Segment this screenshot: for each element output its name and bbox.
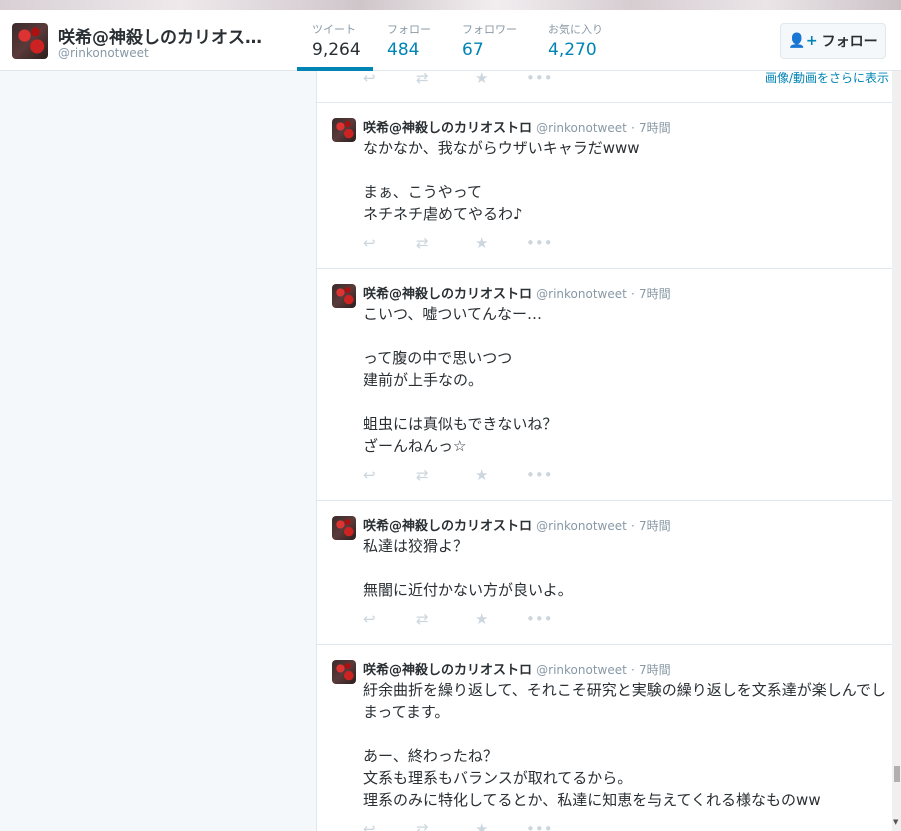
add-user-icon: 👤+ bbox=[788, 33, 818, 49]
tweet-author-name[interactable]: 咲希@神殺しのカリオストロ bbox=[363, 663, 532, 678]
tweet-avatar[interactable] bbox=[332, 118, 356, 142]
favorite-icon[interactable]: ★ bbox=[475, 233, 488, 253]
tweet-timestamp[interactable]: 7時間 bbox=[639, 121, 671, 135]
tweet-actions: ↩ ⇄ ★ ••• bbox=[363, 609, 583, 629]
tweet-timestamp[interactable]: 7時間 bbox=[639, 519, 671, 533]
tweet-timestamp[interactable]: 7時間 bbox=[639, 663, 671, 677]
tweet-text: 紆余曲折を繰り返して、それこそ研究と実験の繰り返しを文系達が楽しんでしまってます… bbox=[363, 681, 887, 809]
profile-avatar[interactable] bbox=[12, 23, 48, 59]
stat-followers-value: 67 bbox=[462, 40, 484, 60]
tweet-author-handle[interactable]: @rinkonotweet bbox=[536, 519, 627, 533]
favorite-icon[interactable]: ★ bbox=[475, 819, 488, 831]
follow-button-label: フォロー bbox=[821, 34, 878, 50]
more-icon[interactable]: ••• bbox=[526, 465, 553, 485]
profile-handle[interactable]: @rinkonotweet bbox=[58, 46, 149, 60]
stat-favorites-value: 4,270 bbox=[548, 40, 597, 60]
tweet-header: 咲希@神殺しのカリオストロ @rinkonotweet · 7時間 bbox=[363, 117, 671, 136]
stat-tweets[interactable]: ツイート 9,264 bbox=[312, 23, 361, 61]
retweet-icon[interactable]: ⇄ bbox=[416, 465, 429, 485]
tweet-actions: ↩ ⇄ ★ ••• bbox=[363, 465, 583, 485]
retweet-icon[interactable]: ⇄ bbox=[416, 609, 429, 629]
separator-dot: · bbox=[630, 663, 635, 677]
tweet-author-handle[interactable]: @rinkonotweet bbox=[536, 663, 627, 677]
stat-following-label: フォロー bbox=[387, 23, 431, 36]
tweet-item bbox=[317, 71, 893, 103]
more-icon[interactable]: ••• bbox=[526, 609, 553, 629]
profile-name[interactable]: 咲希@神殺しのカリオス… bbox=[58, 23, 273, 48]
tweet-actions: ↩ ⇄ ★ ••• bbox=[363, 819, 583, 831]
separator-dot: · bbox=[630, 287, 635, 301]
tweet-avatar[interactable] bbox=[332, 516, 356, 540]
tweet-actions: ↩ ⇄ ★ ••• bbox=[363, 233, 583, 253]
scrollbar-thumb[interactable] bbox=[894, 766, 900, 782]
stat-followers[interactable]: フォロワー 67 bbox=[462, 23, 517, 61]
favorite-icon[interactable]: ★ bbox=[475, 465, 488, 485]
reply-icon[interactable]: ↩ bbox=[363, 465, 376, 485]
tweet-text: 私達は狡猾よ？ 無闇に近付かない方が良いよ。 bbox=[363, 537, 573, 599]
favorite-icon[interactable]: ★ bbox=[475, 609, 488, 629]
profile-nav-bar: 咲希@神殺しのカリオス… @rinkonotweet ツイート 9,264 フォ… bbox=[0, 10, 901, 71]
tweet-author-name[interactable]: 咲希@神殺しのカリオストロ bbox=[363, 121, 532, 136]
separator-dot: · bbox=[630, 121, 635, 135]
tweet-header: 咲希@神殺しのカリオストロ @rinkonotweet · 7時間 bbox=[363, 283, 671, 302]
reply-icon[interactable]: ↩ bbox=[363, 819, 376, 831]
tweet-author-handle[interactable]: @rinkonotweet bbox=[536, 287, 627, 301]
reply-icon[interactable]: ↩ bbox=[363, 233, 376, 253]
stat-following-value: 484 bbox=[387, 40, 420, 60]
tweet-timestamp[interactable]: 7時間 bbox=[639, 287, 671, 301]
tweet-header: 咲希@神殺しのカリオストロ @rinkonotweet · 7時間 bbox=[363, 659, 671, 678]
tweet-timeline: ↩ ⇄ ★ ••• 画像/動画をさらに表示 咲希@神殺しのカリオストロ @rin… bbox=[316, 71, 893, 831]
profile-banner bbox=[0, 0, 901, 10]
stat-tweets-value: 9,264 bbox=[312, 40, 361, 60]
more-icon[interactable]: ••• bbox=[526, 233, 553, 253]
scroll-down-arrow-icon[interactable]: ▼ bbox=[893, 818, 898, 826]
tweet-header: 咲希@神殺しのカリオストロ @rinkonotweet · 7時間 bbox=[363, 515, 671, 534]
stat-followers-label: フォロワー bbox=[462, 23, 517, 36]
tweet-author-handle[interactable]: @rinkonotweet bbox=[536, 121, 627, 135]
tweet-item[interactable]: 咲希@神殺しのカリオストロ @rinkonotweet · 7時間 私達は狡猾よ… bbox=[317, 501, 893, 645]
stat-tweets-label: ツイート bbox=[312, 23, 356, 36]
tweet-item[interactable]: 咲希@神殺しのカリオストロ @rinkonotweet · 7時間 紆余曲折を繰… bbox=[317, 645, 893, 831]
retweet-icon[interactable]: ⇄ bbox=[416, 233, 429, 253]
stat-favorites-label: お気に入り bbox=[548, 23, 603, 36]
tweet-avatar[interactable] bbox=[332, 284, 356, 308]
reply-icon[interactable]: ↩ bbox=[363, 609, 376, 629]
more-icon[interactable]: ••• bbox=[526, 819, 553, 831]
follow-button[interactable]: 👤+ フォロー bbox=[780, 23, 886, 59]
tweet-item[interactable]: 咲希@神殺しのカリオストロ @rinkonotweet · 7時間 なかなか、我… bbox=[317, 103, 893, 269]
stat-following[interactable]: フォロー 484 bbox=[387, 23, 431, 61]
tweet-item[interactable]: 咲希@神殺しのカリオストロ @rinkonotweet · 7時間 こいつ、嘘つ… bbox=[317, 269, 893, 501]
retweet-icon[interactable]: ⇄ bbox=[416, 819, 429, 831]
tweet-avatar[interactable] bbox=[332, 660, 356, 684]
tweet-author-name[interactable]: 咲希@神殺しのカリオストロ bbox=[363, 519, 532, 534]
page-scrollbar[interactable] bbox=[892, 71, 901, 831]
stat-favorites[interactable]: お気に入り 4,270 bbox=[548, 23, 603, 61]
tweet-text: なかなか、我ながらウザいキャラだwww まぁ、こうやって ネチネチ虐めてやるわ♪ bbox=[363, 139, 640, 223]
separator-dot: · bbox=[630, 519, 635, 533]
tweet-author-name[interactable]: 咲希@神殺しのカリオストロ bbox=[363, 287, 532, 302]
tweet-text: こいつ、嘘ついてんなー… って腹の中で思いつつ 建前が上手なの。 蛆虫には真似も… bbox=[363, 305, 558, 455]
